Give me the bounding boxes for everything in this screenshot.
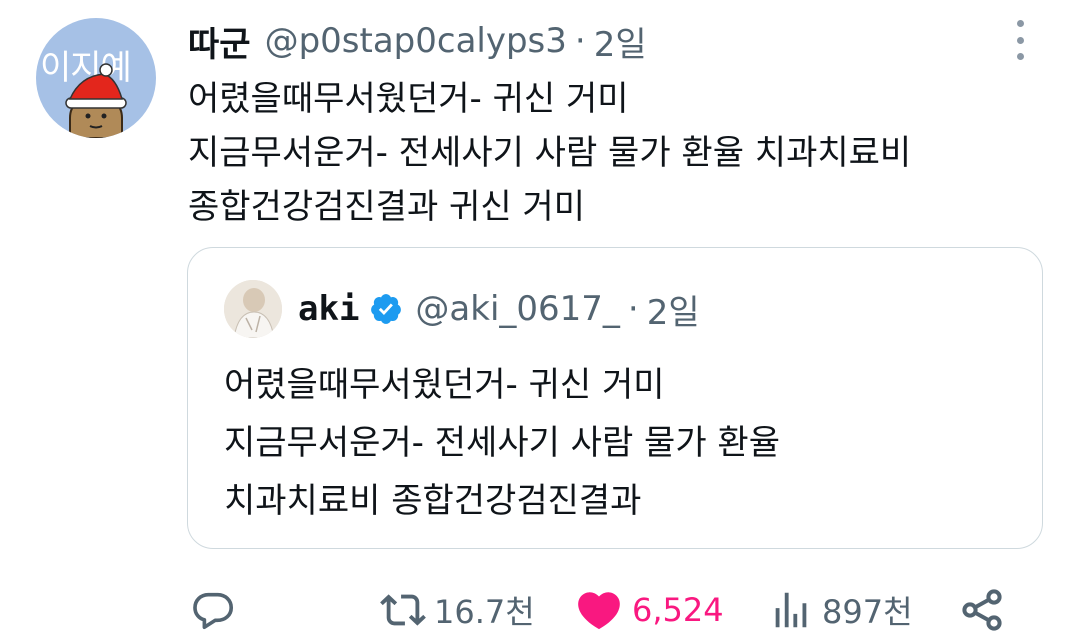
quoted-text-line: 어렸을때무서웠던거- 귀신 거미 (224, 365, 665, 405)
reply-icon (193, 592, 234, 630)
tweet-action-bar: 16.7천 6,524 897천 (190, 584, 1020, 636)
like-button[interactable]: 6,524 (574, 584, 724, 636)
tweet-text-line: 종합건강검진결과 귀신 거미 (188, 187, 585, 227)
views-button[interactable]: 897천 (768, 584, 913, 636)
tweet-text-line: 어렸을때무서웠던거- 귀신 거미 (188, 79, 629, 119)
author-avatar[interactable]: 이지예 (36, 18, 156, 138)
author-handle[interactable]: @p0stap0calyps3 (265, 21, 567, 61)
views-chart-icon (775, 592, 807, 628)
quoted-tweet-card[interactable]: aki @aki_0617_ · 2일 어렸을때무서웠던거- 귀신 거미 지금무… (187, 247, 1043, 549)
tweet-text: 어렸을때무서웠던거- 귀신 거미 지금무서운거- 전세사기 사람 물가 환율 치… (188, 72, 1048, 234)
more-options-icon[interactable] (1010, 20, 1030, 60)
share-button[interactable] (958, 584, 1006, 636)
like-count: 6,524 (632, 591, 724, 629)
reply-button[interactable] (190, 584, 244, 636)
quoted-text-line: 지금무서운거- 전세사기 사람 물가 환율 (224, 423, 780, 463)
quoted-author-display-name[interactable]: aki (298, 289, 359, 329)
author-display-name[interactable]: 따군 (188, 17, 251, 66)
header-separator: · (574, 21, 586, 61)
retweet-icon (380, 594, 426, 626)
santa-character-icon (65, 63, 127, 138)
tweet-header: 따군 @p0stap0calyps3 · 2일 (188, 17, 647, 66)
views-count: 897천 (822, 593, 913, 631)
quoted-header-separator: · (627, 289, 639, 329)
heart-icon (578, 592, 620, 630)
share-icon (962, 589, 1002, 631)
quoted-author-handle[interactable]: @aki_0617_ (415, 289, 620, 329)
retweet-button[interactable]: 16.7천 (380, 584, 535, 636)
tweet-timestamp[interactable]: 2일 (594, 17, 647, 66)
retweet-count: 16.7천 (434, 593, 535, 631)
person-photo-icon (224, 280, 282, 338)
verified-badge-icon (371, 294, 402, 324)
quoted-text-line: 치과치료비 종합건강검진결과 (224, 481, 642, 521)
tweet-text-line: 지금무서운거- 전세사기 사람 물가 환율 치과치료비 (188, 133, 912, 173)
quoted-tweet-text: 어렸을때무서웠던거- 귀신 거미 지금무서운거- 전세사기 사람 물가 환율 치… (224, 356, 780, 530)
quoted-tweet-header: aki @aki_0617_ · 2일 (298, 284, 700, 334)
quoted-tweet-timestamp[interactable]: 2일 (647, 285, 700, 334)
quoted-author-avatar[interactable] (224, 280, 282, 338)
